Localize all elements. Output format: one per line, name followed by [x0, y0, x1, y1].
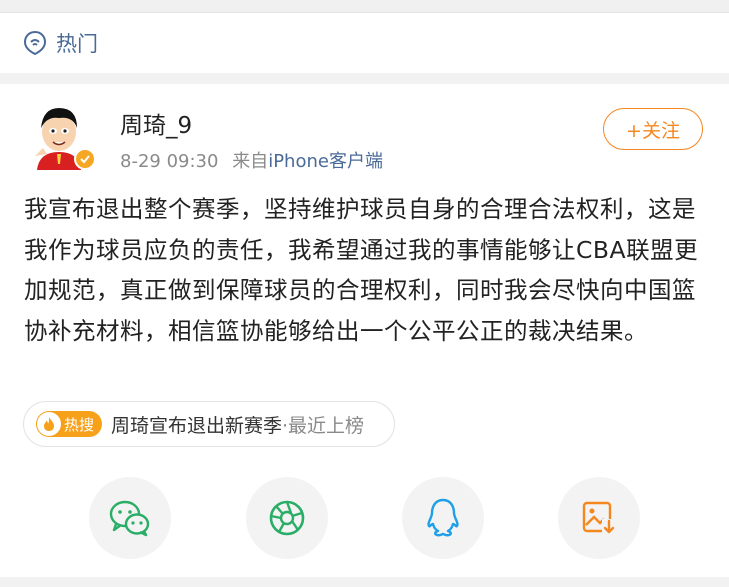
topic-text: 周琦宣布退出新赛季·最近上榜 — [111, 411, 364, 438]
hot-search-badge-label: 热搜 — [64, 415, 95, 434]
weibo-post-card: 周琦_9 8-29 09:30 来自iPhone客户端 +关注 我宣布退出整个赛… — [0, 84, 729, 577]
hot-location-icon — [23, 30, 47, 56]
share-moments-button[interactable] — [246, 477, 328, 559]
post-meta: 8-29 09:30 来自iPhone客户端 — [120, 147, 383, 173]
top-divider — [0, 0, 729, 13]
hot-search-badge: 热搜 — [36, 411, 102, 437]
source-name[interactable]: iPhone客户端 — [268, 151, 383, 172]
topic-suffix: ·最近上榜 — [282, 414, 365, 437]
hot-header[interactable]: 热门 — [0, 13, 729, 73]
verified-badge-icon — [74, 148, 96, 170]
topic-title: 周琦宣布退出新赛季 — [111, 414, 283, 437]
hot-label: 热门 — [56, 32, 98, 56]
wechat-icon — [109, 500, 150, 537]
share-qq-button[interactable] — [402, 477, 484, 559]
save-image-icon — [582, 501, 616, 535]
username[interactable]: 周琦_9 — [120, 106, 192, 140]
follow-button[interactable]: +关注 — [603, 108, 703, 150]
save-image-button[interactable] — [558, 477, 640, 559]
moments-icon — [269, 500, 305, 536]
flame-icon — [37, 412, 61, 436]
qq-icon — [427, 498, 459, 537]
share-wechat-button[interactable] — [89, 477, 171, 559]
post-content: 我宣布退出整个赛季，坚持维护球员自身的合理合法权利，这是我作为球员应负的责任，我… — [24, 195, 699, 345]
source-prefix: 来自 — [232, 151, 269, 172]
hot-search-topic-chip[interactable]: 热搜 周琦宣布退出新赛季·最近上榜 — [23, 401, 395, 447]
post-timestamp: 8-29 09:30 — [120, 151, 219, 172]
